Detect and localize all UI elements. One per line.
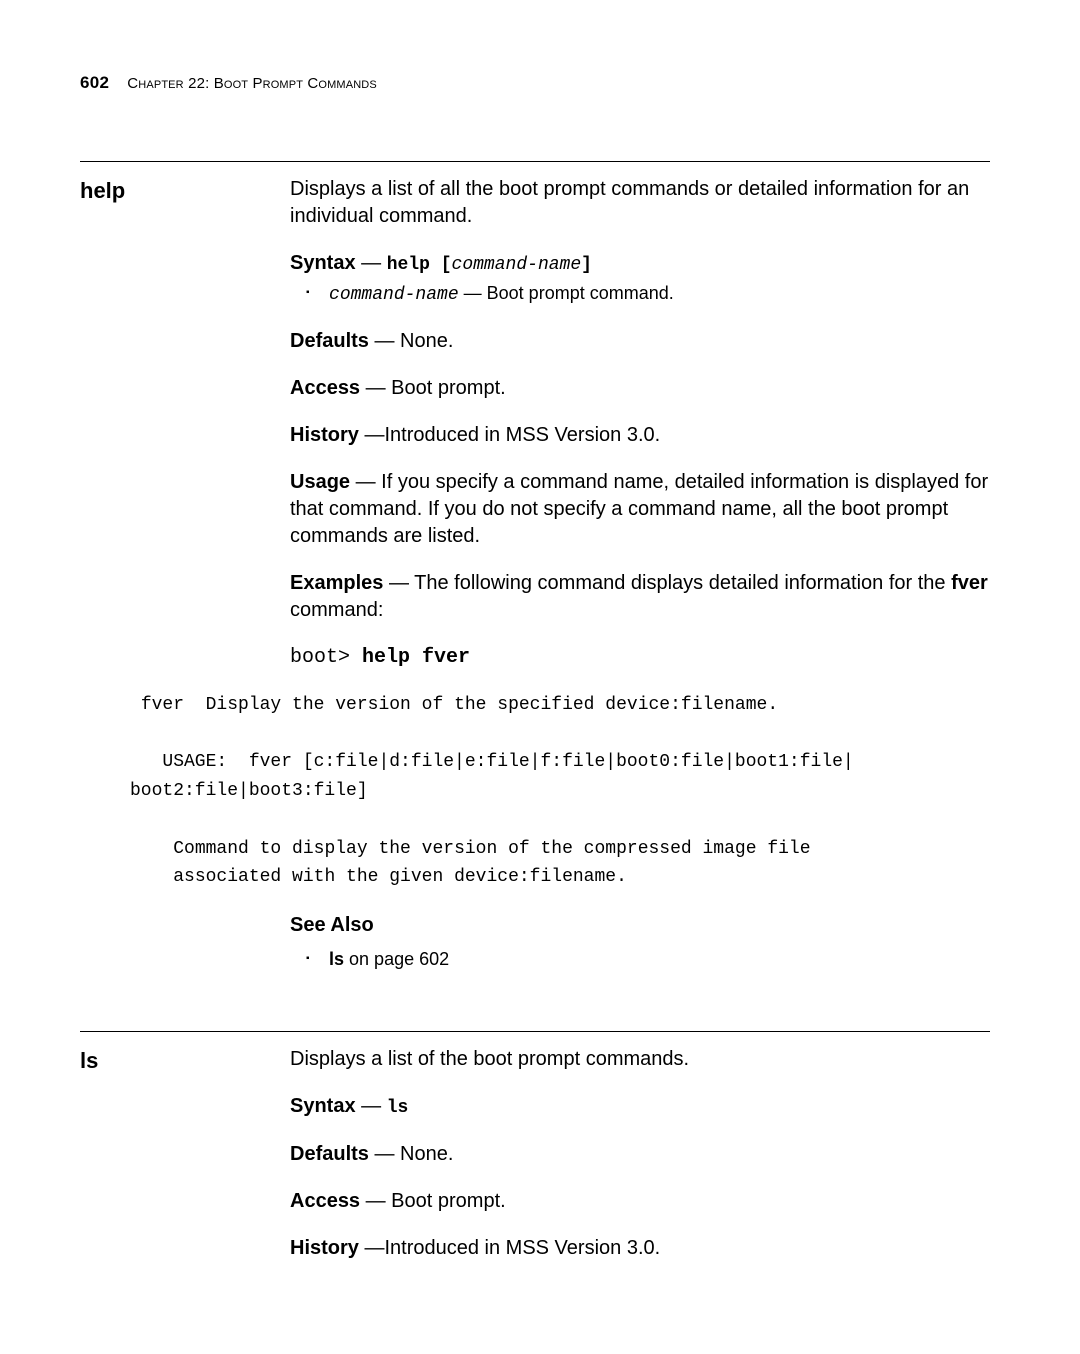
access-value: — Boot prompt. <box>360 377 506 399</box>
ls-history: History —Introduced in MSS Version 3.0. <box>290 1235 990 1262</box>
help-defaults: Defaults — None. <box>290 328 990 355</box>
ls-access: Access — Boot prompt. <box>290 1188 990 1215</box>
defaults-label: Defaults <box>290 330 369 352</box>
history-label-ls: History <box>290 1237 359 1259</box>
access-value-ls: — Boot prompt. <box>360 1190 506 1212</box>
usage-label: Usage <box>290 471 350 493</box>
section-ls: ls Displays a list of the boot prompt co… <box>80 1031 990 1281</box>
access-label-ls: Access <box>290 1190 360 1212</box>
syntax-label-ls: Syntax <box>290 1095 356 1117</box>
syntax-prefix: help [ <box>387 255 452 275</box>
history-label: History <box>290 424 359 446</box>
history-value: —Introduced in MSS Version 3.0. <box>359 424 660 446</box>
see-also-cmd: ls <box>329 949 344 969</box>
see-also-item: ls on page 602 <box>306 947 990 971</box>
help-example-output: fver Display the version of the specifie… <box>130 691 990 893</box>
param-sep: — <box>459 283 487 303</box>
history-value-ls: —Introduced in MSS Version 3.0. <box>359 1237 660 1259</box>
ls-body: Displays a list of the boot prompt comma… <box>290 1046 990 1281</box>
chapter-label: Chapter 22: Boot Prompt Commands <box>127 74 377 94</box>
defaults-label-ls: Defaults <box>290 1143 369 1165</box>
help-history: History —Introduced in MSS Version 3.0. <box>290 422 990 449</box>
ls-syntax-line: Syntax — ls <box>290 1093 990 1120</box>
help-param-item: command-name — Boot prompt command. <box>306 281 990 307</box>
running-header: 602 Chapter 22: Boot Prompt Commands <box>80 72 990 95</box>
see-also-list: ls on page 602 <box>306 947 990 971</box>
see-also-rest: on page 602 <box>344 949 449 969</box>
syntax-label: Syntax <box>290 252 356 274</box>
help-access: Access — Boot prompt. <box>290 375 990 402</box>
help-description: Displays a list of all the boot prompt c… <box>290 176 990 230</box>
examples-intro-text: — The following command displays detaile… <box>383 572 951 594</box>
syntax-var: command-name <box>452 255 582 275</box>
help-body: Displays a list of all the boot prompt c… <box>290 176 990 991</box>
page-number: 602 <box>80 72 109 95</box>
access-label: Access <box>290 377 360 399</box>
section-help: help Displays a list of all the boot pro… <box>80 161 990 991</box>
example-prompt: boot> <box>290 646 362 669</box>
syntax-cmd-ls: ls <box>387 1098 409 1118</box>
defaults-value: — None. <box>369 330 453 352</box>
examples-label: Examples <box>290 572 383 594</box>
ls-description: Displays a list of the boot prompt comma… <box>290 1046 990 1073</box>
defaults-value-ls: — None. <box>369 1143 453 1165</box>
param-name: command-name <box>329 285 459 305</box>
usage-value: — If you specify a command name, detaile… <box>290 471 988 547</box>
page: 602 Chapter 22: Boot Prompt Commands hel… <box>0 0 1080 1354</box>
see-also-heading: See Also <box>290 912 990 939</box>
example-cmdline: help fver <box>362 646 470 669</box>
examples-cmd: fver <box>951 572 988 594</box>
command-name-ls: ls <box>80 1046 290 1281</box>
param-desc: Boot prompt command. <box>487 283 674 303</box>
help-usage: Usage — If you specify a command name, d… <box>290 469 990 550</box>
help-syntax-line: Syntax — help [command-name] <box>290 250 990 277</box>
help-examples-intro: Examples — The following command display… <box>290 570 990 624</box>
syntax-suffix: ] <box>581 255 592 275</box>
help-example-cmdline: boot> help fver <box>290 644 990 671</box>
help-param-list: command-name — Boot prompt command. <box>306 281 990 307</box>
ls-defaults: Defaults — None. <box>290 1141 990 1168</box>
examples-outro: command: <box>290 599 383 621</box>
